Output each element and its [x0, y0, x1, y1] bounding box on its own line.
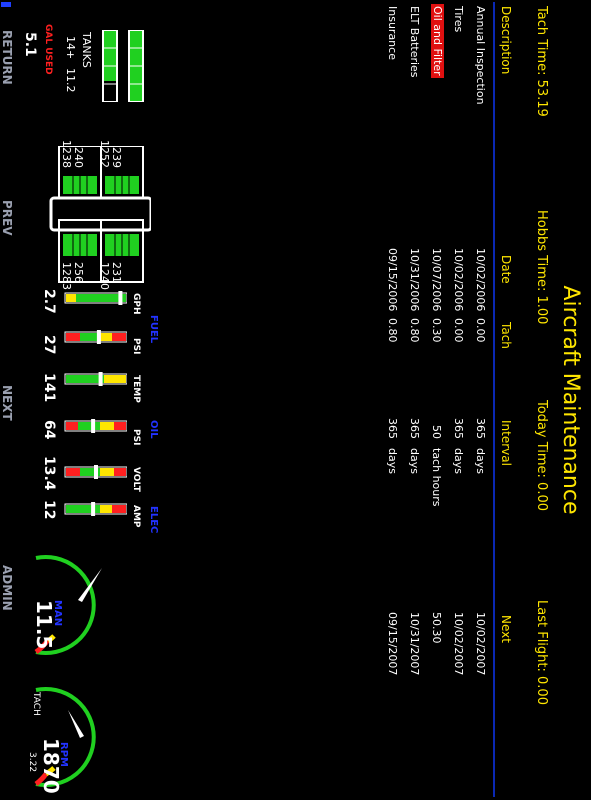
tank-right-qty: 11.2 — [64, 68, 77, 93]
amp-marker — [91, 502, 96, 516]
fuel-psi-value: 27 — [41, 335, 57, 355]
page-title: Aircraft Maintenance — [558, 285, 583, 515]
row-interval-unit: days — [408, 448, 421, 474]
oil-temp-marker — [98, 372, 103, 386]
egt-cht-value: 1252 — [98, 140, 111, 168]
row-date: 10/02/2006 — [452, 248, 465, 312]
row-interval-value: 365 — [408, 418, 421, 439]
man-label: MAN — [52, 600, 63, 627]
row-description: Annual Inspection — [474, 6, 487, 105]
column-header-date: Date — [499, 255, 513, 284]
row-date: 10/02/2006 — [474, 248, 487, 312]
row-description: ELT Batteries — [408, 6, 421, 78]
row-interval-unit: tach hours — [430, 448, 443, 507]
row-interval-unit: days — [474, 448, 487, 474]
tach-time: Tach Time: 53.19 — [534, 6, 549, 117]
admin-button[interactable]: ADMIN — [0, 565, 14, 611]
egt-cht-value: 1238 — [60, 140, 73, 168]
column-header-next: Next — [499, 615, 513, 643]
volt-marker — [94, 465, 98, 479]
rpm-label: RPM — [58, 742, 69, 767]
tach-value: 3.22 — [27, 752, 37, 773]
oil-psi-marker — [91, 419, 96, 433]
row-date: 10/07/2006 — [430, 248, 443, 312]
egt-cht-value: 1240 — [98, 262, 111, 290]
egt-cht-value: 240 — [72, 147, 85, 168]
amp-value: 12 — [41, 500, 57, 520]
row-interval-unit: days — [386, 448, 399, 474]
today-time: Today Time: 0.00 — [534, 400, 549, 512]
oil-temp-value: 141 — [41, 373, 57, 403]
maintenance-page: Aircraft Maintenance Tach Time: 53.19 Ho… — [0, 0, 591, 800]
row-description: Tires — [452, 6, 465, 33]
row-next: 09/15/2007 — [386, 612, 399, 676]
return-button[interactable]: RETURN — [0, 30, 14, 85]
prev-button[interactable]: PREV — [0, 200, 14, 236]
row-interval-value: 365 — [474, 418, 487, 439]
egt-cht-value: 1283 — [60, 262, 73, 290]
tank-left-qty: 14+ — [64, 36, 77, 60]
row-interval-unit: days — [452, 448, 465, 474]
fuel-section-label: FUEL — [148, 315, 159, 344]
row-interval-value: 50 — [430, 425, 443, 439]
row-next: 10/02/2007 — [474, 612, 487, 676]
gauge-label: PSI — [131, 429, 141, 446]
gph-marker — [118, 291, 123, 305]
bar-gauge-stack — [64, 291, 127, 516]
row-next: 10/02/2007 — [452, 612, 465, 676]
egt-cht-bars — [49, 146, 151, 283]
row-interval-value: 365 — [452, 418, 465, 439]
tank-bars — [102, 30, 144, 102]
elec-section-label: ELEC — [148, 506, 159, 534]
hobbs-time: Hobbs Time: 1.00 — [534, 210, 549, 325]
row-tach: 0.80 — [386, 318, 399, 343]
gauge-label: VOLT — [131, 467, 141, 492]
gauge-label: GPH — [131, 293, 141, 315]
gauge-label: AMP — [131, 505, 141, 528]
header-separator — [493, 2, 495, 797]
oil-section-label: OIL — [148, 420, 159, 439]
row-tach: 0.80 — [408, 318, 421, 343]
row-tach: 0.30 — [430, 318, 443, 343]
tanks-label: TANKS — [80, 32, 93, 68]
row-tach: 0.00 — [474, 318, 487, 343]
gph-value: 2.7 — [41, 289, 57, 314]
fuel-psi-marker — [96, 330, 101, 344]
gal-used-label: GAL USED — [43, 24, 53, 75]
row-tach: 0.00 — [452, 318, 465, 343]
column-header-description: Description — [499, 6, 513, 75]
row-date: 09/15/2006 — [386, 248, 399, 312]
softkey-indicator — [1, 2, 11, 7]
egt-cht-value: 256 — [72, 262, 85, 283]
oil-psi-value: 64 — [41, 420, 57, 440]
row-next: 50.30 — [430, 612, 443, 644]
next-button[interactable]: NEXT — [0, 385, 14, 421]
row-description: Oil and Filter — [431, 4, 444, 78]
egt-cht-value: 231 — [110, 262, 123, 283]
row-date: 10/31/2006 — [408, 248, 421, 312]
gal-used-value: 5.1 — [22, 32, 38, 57]
row-description: Insurance — [386, 6, 399, 60]
last-flight: Last Flight: 0.00 — [534, 600, 549, 705]
egt-cht-value: 239 — [110, 147, 123, 168]
tach-label: TACH — [31, 692, 41, 716]
column-header-tach: Tach — [499, 322, 513, 349]
column-header-interval: Interval — [499, 420, 513, 466]
row-interval-value: 365 — [386, 418, 399, 439]
row-next: 10/31/2007 — [408, 612, 421, 676]
gauge-label: PSI — [131, 338, 141, 355]
volt-value: 13.4 — [41, 456, 57, 491]
gauge-label: TEMP — [131, 375, 141, 403]
